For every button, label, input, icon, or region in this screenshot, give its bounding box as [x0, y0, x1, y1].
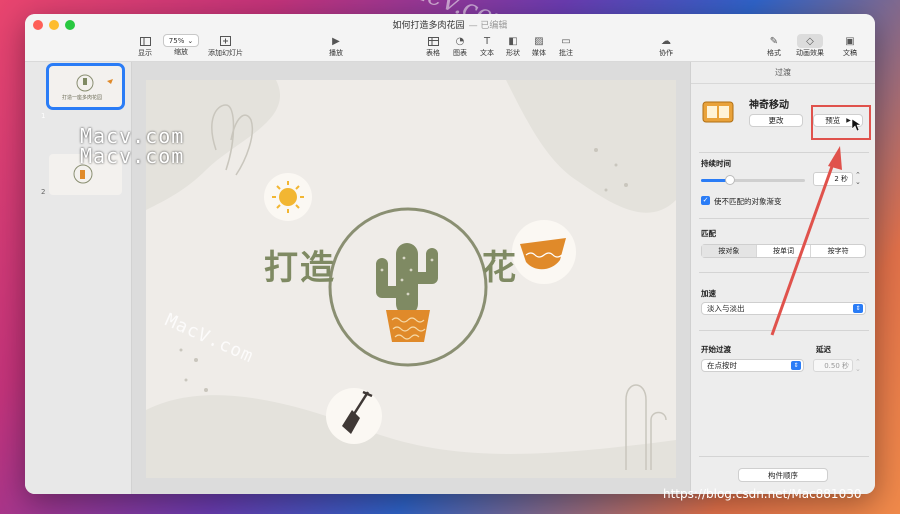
shape-icon: ◧ — [508, 35, 518, 47]
shape-label: 形状 — [506, 49, 520, 57]
zoom-value: 75% — [168, 36, 185, 45]
comment-icon: ▭ — [561, 35, 571, 47]
collaborate-label: 协作 — [659, 49, 673, 57]
delay-label: 延迟 — [816, 345, 831, 354]
chevron-down-icon: ⌄ — [187, 36, 194, 45]
animate-button[interactable]: ◇ 动画效果 — [796, 34, 824, 58]
annotation-arrow — [770, 146, 842, 336]
animate-label: 动画效果 — [796, 49, 824, 57]
zoom-control[interactable]: 75% ⌄ 缩放 — [163, 34, 199, 57]
sidebar-icon — [137, 34, 153, 48]
text-label: 文本 — [480, 49, 494, 57]
acceleration-label: 加速 — [701, 289, 716, 298]
shape-button[interactable]: ◧ 形状 — [505, 34, 521, 58]
doc-edited-status: — 已编辑 — [468, 21, 508, 31]
keynote-window: 如何打造多肉花园 — 已编辑 显示 75% ⌄ 缩放 添加幻灯片 ▶ 播放 表格 ◔… — [25, 14, 875, 494]
media-label: 媒体 — [532, 49, 546, 57]
play-label: 播放 — [329, 49, 343, 57]
add-slide-label: 添加幻灯片 — [208, 49, 243, 57]
plus-square-icon — [218, 34, 234, 48]
table-icon — [425, 34, 441, 48]
table-button[interactable]: 表格 — [425, 34, 441, 58]
chart-button[interactable]: ◔ 图表 — [452, 34, 468, 58]
inspector-tab-transition[interactable]: 过渡 — [691, 62, 875, 84]
match-by-object[interactable]: 按对象 — [702, 245, 757, 257]
slide-artwork — [146, 80, 676, 478]
text-box-icon: T — [483, 35, 491, 47]
effect-name: 神奇移动 — [749, 100, 789, 111]
document-label: 文稿 — [843, 49, 857, 57]
table-label: 表格 — [426, 49, 440, 57]
macv-watermark-bottom: Macv.com — [80, 144, 184, 168]
comment-button[interactable]: ▭ 批注 — [558, 34, 574, 58]
collaborate-button[interactable]: ☁ 协作 — [658, 34, 674, 58]
delay-field[interactable]: 0.50 秒 — [813, 359, 853, 372]
delay-stepper[interactable]: ⌃ ⌄ — [855, 359, 861, 373]
document-button[interactable]: ▣ 文稿 — [842, 34, 858, 58]
slide-canvas[interactable]: 打造 花 MacV.com — [146, 80, 676, 478]
chevron-updown-icon: ⇕ — [853, 304, 863, 313]
document-icon: ▣ — [845, 35, 855, 47]
cursor-arrow-icon — [851, 118, 862, 132]
view-label: 显示 — [138, 49, 152, 57]
slide-number-1: 1 — [41, 112, 46, 120]
acceleration-value: 淡入与淡出 — [707, 304, 745, 313]
chart-label: 图表 — [453, 49, 467, 57]
toolbar: 如何打造多肉花园 — 已编辑 显示 75% ⌄ 缩放 添加幻灯片 ▶ 播放 表格 ◔… — [25, 14, 875, 62]
media-button[interactable]: ▨ 媒体 — [531, 34, 547, 58]
build-order-button[interactable]: 构件顺序 — [738, 468, 828, 482]
diamond-icon: ◇ — [797, 34, 823, 48]
duration-stepper[interactable]: ⌃ ⌄ — [855, 172, 861, 186]
slide-number-2: 2 — [41, 188, 46, 196]
build-order-label: 构件顺序 — [768, 470, 798, 480]
zoom-label: 缩放 — [174, 48, 188, 56]
chevron-updown-icon: ⇕ — [791, 361, 801, 370]
macv-watermark-bottom-text: Macv.com — [80, 144, 185, 168]
add-slide-button[interactable]: 添加幻灯片 — [208, 34, 243, 58]
slide-title-left[interactable]: 打造 — [264, 240, 336, 289]
comment-label: 批注 — [559, 49, 573, 57]
duration-slider-knob[interactable] — [725, 175, 735, 185]
slide-title-right[interactable]: 花 — [482, 240, 516, 289]
chart-icon: ◔ — [455, 35, 465, 47]
play-button[interactable]: ▶ 播放 — [328, 34, 344, 58]
match-label: 匹配 — [701, 229, 716, 238]
image-icon: ▨ — [534, 35, 544, 47]
paintbrush-icon: ✎ — [769, 35, 779, 47]
view-button[interactable]: 显示 — [137, 34, 153, 58]
format-label: 格式 — [767, 49, 781, 57]
zoom-select[interactable]: 75% ⌄ — [163, 34, 199, 47]
change-button[interactable]: 更改 — [749, 114, 803, 127]
doc-name: 如何打造多肉花园 — [392, 21, 465, 31]
start-transition-select[interactable]: 在点按时 ⇕ — [701, 359, 804, 372]
start-transition-value: 在点按时 — [707, 361, 737, 370]
text-button[interactable]: T 文本 — [479, 34, 495, 58]
fade-checkbox[interactable]: ✓ — [701, 196, 710, 205]
collaborate-icon: ☁ — [661, 35, 671, 47]
delay-value: 0.50 秒 — [824, 361, 849, 370]
url-watermark-text: https://blog.csdn.net/Mac881030 — [663, 487, 862, 501]
magic-move-icon — [702, 101, 734, 123]
change-button-label: 更改 — [768, 116, 784, 125]
play-icon: ▶ — [332, 35, 340, 47]
format-button[interactable]: ✎ 格式 — [766, 34, 782, 58]
divider — [699, 456, 869, 457]
slide-thumbnail-title: 打造一座多肉花园 — [62, 95, 103, 101]
url-watermark: https://blog.csdn.net/Mac881030 — [663, 487, 861, 501]
start-transition-label: 开始过渡 — [701, 345, 731, 354]
slide-thumbnail-1[interactable]: 打造一座多肉花园 — [46, 63, 125, 110]
slide-canvas-area: 打造 花 MacV.com — [132, 62, 690, 494]
document-title: 如何打造多肉花园 — 已编辑 — [25, 18, 875, 31]
duration-label: 持续时间 — [701, 159, 731, 168]
